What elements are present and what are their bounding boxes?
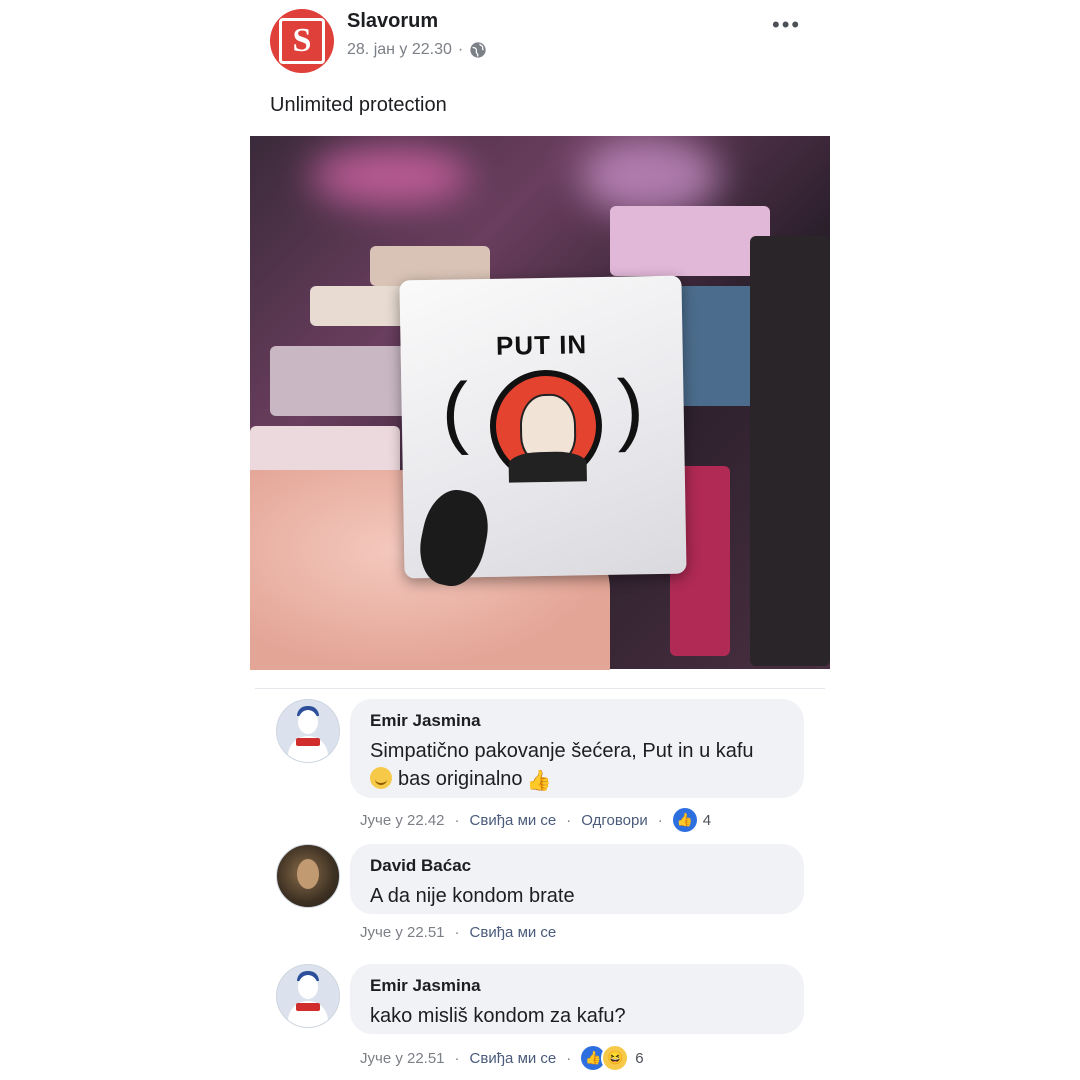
post-timestamp[interactable]: 28. јан у 22.30 [347,41,452,59]
comment-text: kako misliš kondom za kafu? [370,1005,626,1027]
separator: · [566,811,572,829]
avatar-head [298,975,318,999]
separator: · [454,924,460,941]
commenter-avatar[interactable] [276,964,340,1028]
post-text: Unlimited protection [270,94,447,116]
packet-title: PUT IN [495,329,588,361]
portrait-body [508,451,587,483]
globe-icon [470,42,486,58]
comment-bubble: Emir Jasmina kako misliš kondom za kafu? [350,964,804,1034]
like-link[interactable]: Свиђа ми се [470,1050,557,1067]
like-reaction-icon: 👍 [672,808,697,832]
separator: · [657,811,663,829]
post-meta: 28. јан у 22.30 · [347,41,487,59]
page-avatar[interactable]: S [270,9,334,73]
avatar-figure [297,859,319,889]
separator: · [454,811,460,829]
divider [255,688,825,689]
comment-actions: Јуче у 22.51 · Свиђа ми се · 👍 😆 6 [360,1044,644,1072]
avatar-scarf [296,1003,320,1011]
page-name[interactable]: Slavorum [347,10,438,33]
comment-text-line2: bas originalno [398,768,523,790]
comment-time[interactable]: Јуче у 22.51 [360,1050,445,1067]
portrait-emblem [489,368,603,483]
comment-author[interactable]: Emir Jasmina [370,976,784,996]
avatar-head [298,710,318,734]
haha-reaction-icon: 😆 [601,1044,630,1072]
reaction-count: 6 [635,1049,644,1067]
comment-bubble: David Baćac A da nije kondom brate [350,844,804,914]
reaction-summary[interactable]: 👍 4 [672,808,712,832]
smile-emoji-icon [370,767,392,789]
meta-separator: · [457,41,464,58]
laurel-right-icon: ) [616,363,645,453]
avatar-scarf [296,738,320,746]
reaction-count: 4 [702,811,712,829]
commenter-avatar[interactable] [276,699,340,763]
thumbs-up-icon: 👍 [526,770,552,792]
laurel-left-icon: ( [440,366,470,456]
comment-actions: Јуче у 22.42 · Свиђа ми се · Одговори · … [360,808,711,832]
reply-link[interactable]: Одговори [581,812,647,829]
comment-text: Simpatično pakovanje šećera, Put in u ka… [370,737,784,795]
like-link[interactable]: Свиђа ми се [470,924,557,941]
comment-author[interactable]: Emir Jasmina [370,711,784,731]
reaction-summary[interactable]: 👍 😆 6 [581,1044,644,1072]
comment-text: A da nije kondom brate [370,885,575,907]
commenter-avatar[interactable] [276,844,340,908]
comment-bubble: Emir Jasmina Simpatično pakovanje šećera… [350,699,804,798]
comment-author[interactable]: David Baćac [370,856,784,876]
comment-time[interactable]: Јуче у 22.51 [360,924,445,941]
comment-actions: Јуче у 22.51 · Свиђа ми се [360,924,556,941]
separator: · [566,1049,572,1067]
comment-text-line1: Simpatično pakovanje šećera, Put in u ka… [370,740,754,762]
comment-time[interactable]: Јуче у 22.42 [360,812,445,829]
like-link[interactable]: Свиђа ми се [470,812,557,829]
separator: · [454,1049,460,1067]
more-icon[interactable]: ••• [772,12,801,38]
page-logo: S [279,18,325,64]
